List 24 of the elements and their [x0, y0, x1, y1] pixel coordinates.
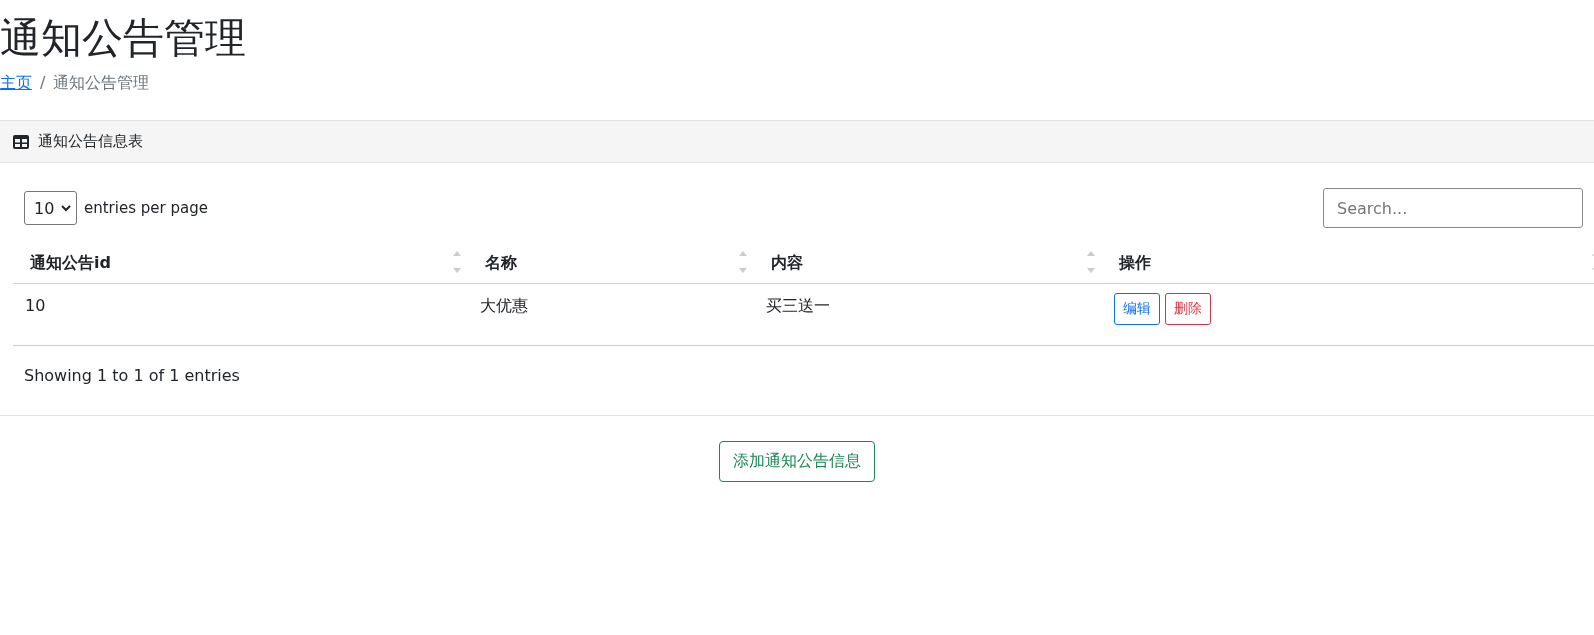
- search-field[interactable]: Search...: [1323, 188, 1583, 229]
- table-icon: [13, 134, 29, 149]
- column-header[interactable]: 操作: [1102, 243, 1594, 284]
- column-header[interactable]: 名称: [468, 243, 755, 284]
- breadcrumb-separator: /: [40, 73, 46, 95]
- column-header[interactable]: 内容: [754, 243, 1103, 284]
- breadcrumb-link[interactable]: 主页: [0, 73, 32, 95]
- card-title: 通知公告信息表: [38, 132, 143, 152]
- add-button[interactable]: 添加通知公告信息: [719, 441, 875, 483]
- page-size-label: entries per page: [84, 199, 208, 218]
- table-cell: 大优惠: [468, 283, 755, 346]
- sort-icon: [453, 251, 462, 274]
- chevron-down-icon: [61, 204, 71, 212]
- column-header[interactable]: 通知公告id: [13, 243, 469, 284]
- page-title: 通知公告管理: [0, 14, 247, 64]
- table-cell: 10: [13, 283, 469, 346]
- sort-icon: [1087, 251, 1096, 274]
- edit-button[interactable]: 编辑: [1114, 293, 1161, 326]
- breadcrumb-current: 通知公告管理: [53, 73, 150, 95]
- entries-info: Showing 1 to 1 of 1 entries: [24, 366, 241, 386]
- sort-icon: [739, 251, 748, 274]
- page-size-select[interactable]: 10: [24, 191, 77, 226]
- table-cell: 买三送一: [754, 283, 1103, 346]
- delete-button[interactable]: 删除: [1165, 293, 1212, 326]
